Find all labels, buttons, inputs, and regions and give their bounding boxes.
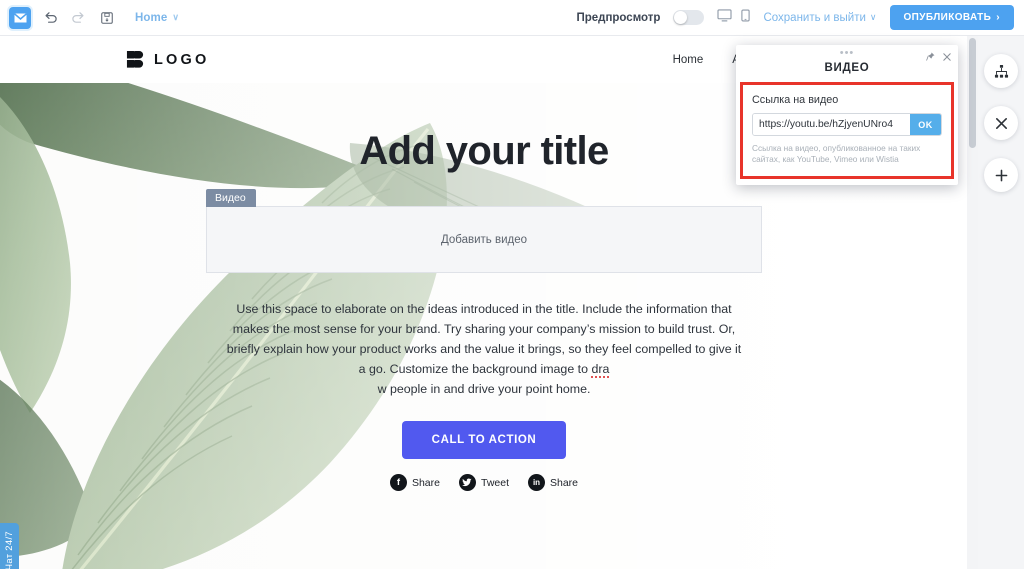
share-facebook-label: Share [411, 476, 440, 489]
share-facebook[interactable]: f Share [389, 474, 440, 491]
share-linkedin[interactable]: in Share [528, 474, 578, 491]
ok-button[interactable]: OK [910, 114, 941, 135]
redo-icon[interactable] [70, 9, 87, 26]
preview-label: Предпросмотр [576, 11, 661, 24]
mobile-icon[interactable] [741, 9, 751, 27]
publish-button[interactable]: ОПУБЛИКОВАТЬ › [889, 5, 1014, 30]
toolbar-right-group: Предпросмотр Сохранить и выйти ∨ ОПУБЛИК… [576, 5, 1024, 30]
canvas-scrollbar[interactable] [967, 36, 978, 569]
video-link-help-text: Ссылка на видео, опубликованное на таких… [752, 143, 921, 164]
scrollbar-thumb[interactable] [969, 38, 976, 148]
video-link-input[interactable] [753, 114, 910, 135]
sitemap-icon[interactable] [984, 54, 1018, 88]
video-settings-dialog: ••• ВИДЕО Ссылка на видео OK Ссылка на в… [736, 45, 958, 185]
toolbar-left-group: Home ∨ [0, 6, 179, 29]
preview-toggle-knob [674, 11, 688, 24]
site-logo[interactable]: LOGO [126, 50, 210, 69]
preview-toggle[interactable] [673, 10, 705, 25]
dialog-title: ВИДЕО [824, 62, 870, 74]
chat-widget-tab[interactable]: Чат 24/7 [0, 523, 19, 569]
chevron-down-icon: ∨ [869, 12, 877, 22]
page-selector-label: Home [135, 11, 168, 24]
body-line-4a: a go. Customize the background image to [358, 362, 592, 376]
editor-toolbar: Home ∨ Предпросмотр Сохранить и выйти ∨ … [0, 0, 1024, 36]
video-link-label: Ссылка на видео [752, 94, 839, 106]
share-row: f Share Tweet in Share [0, 474, 968, 491]
dialog-close-icon[interactable] [943, 48, 951, 66]
add-icon[interactable] [984, 158, 1018, 192]
video-placeholder-label: Добавить видео [440, 233, 528, 246]
undo-icon[interactable] [42, 9, 59, 26]
facebook-icon: f [389, 474, 407, 491]
mail-icon[interactable] [9, 6, 31, 29]
right-rail [978, 36, 1024, 569]
dialog-highlight-box: Ссылка на видео OK Ссылка на видео, опуб… [740, 82, 954, 179]
chevron-down-icon: ∨ [172, 12, 180, 22]
dialog-drag-handle[interactable]: ••• [736, 45, 958, 62]
video-placeholder[interactable]: Добавить видео [206, 206, 762, 273]
call-to-action-button[interactable]: CALL TO ACTION [401, 421, 567, 459]
pin-icon[interactable] [926, 48, 935, 66]
video-block-tag: Видео [206, 189, 256, 207]
save-and-exit-button[interactable]: Сохранить и выйти ∨ [763, 12, 876, 24]
publish-label: ОПУБЛИКОВАТЬ [903, 12, 992, 23]
share-twitter-label: Tweet [480, 476, 509, 489]
body-line-5: w people in and drive your point home. [377, 382, 591, 396]
body-line-1: Use this space to elaborate on the ideas… [236, 302, 732, 316]
save-disk-icon[interactable] [98, 9, 115, 26]
body-line-4b-misspelled: dra [591, 362, 610, 378]
linkedin-icon: in [528, 474, 545, 491]
share-twitter[interactable]: Tweet [458, 474, 509, 491]
hero-body-text: Use this space to elaborate on the ideas… [224, 299, 744, 399]
grip-icon: ••• [839, 47, 855, 59]
nav-item-home[interactable]: Home [673, 54, 704, 66]
share-linkedin-label: Share [550, 476, 579, 489]
chat-widget-label: Чат 24/7 [4, 531, 15, 569]
close-icon[interactable] [984, 106, 1018, 140]
dialog-actions [926, 48, 951, 66]
body-line-3: briefly explain how your product works a… [226, 342, 742, 356]
video-block[interactable]: Видео Добавить видео [206, 189, 762, 273]
twitter-icon [458, 474, 476, 491]
logo-mark-icon [126, 50, 145, 69]
page-selector[interactable]: Home ∨ [135, 12, 179, 24]
video-link-row: OK [752, 113, 942, 136]
desktop-icon[interactable] [717, 8, 733, 27]
device-switcher [717, 8, 751, 27]
save-and-exit-label: Сохранить и выйти [763, 11, 866, 24]
logo-text: LOGO [154, 51, 210, 68]
body-line-2: makes the most sense for your brand. Try… [232, 322, 736, 336]
publish-arrow-icon: › [996, 12, 1000, 23]
